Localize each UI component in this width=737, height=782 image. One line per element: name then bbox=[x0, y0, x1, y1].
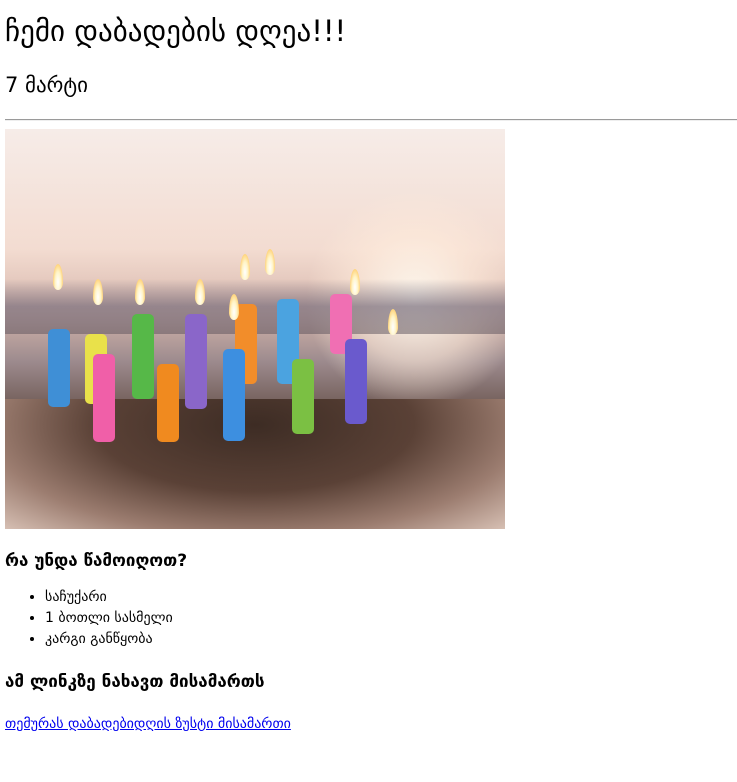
address-link[interactable]: თემურას დაბადებიდღის ზუსტი მისამართი bbox=[5, 716, 291, 732]
candle-t bbox=[185, 314, 207, 409]
candle-flame bbox=[53, 264, 63, 290]
page-title: ჩემი დაბადების დღეა!!! bbox=[5, 14, 347, 48]
candle-r bbox=[132, 314, 154, 399]
list-item: საჩუქარი bbox=[45, 587, 737, 608]
address-heading: ამ ლინკზე ნახავთ მისამართს bbox=[5, 672, 265, 692]
candle-flame bbox=[265, 249, 275, 275]
bring-list: საჩუქარი 1 ბოთლი სასმელი კარგი განწყობა bbox=[5, 587, 737, 650]
birthday-candles-photo bbox=[5, 129, 505, 529]
candle-p bbox=[223, 349, 245, 441]
list-item: კარგი განწყობა bbox=[45, 629, 737, 650]
candle-y2 bbox=[345, 339, 367, 424]
candle-flame bbox=[240, 254, 250, 280]
page: ჩემი დაბადების დღეა!!! 7 მარტი რა უნდა წ… bbox=[0, 0, 737, 732]
candle-h2 bbox=[93, 354, 115, 442]
address-link-container: თემურას დაბადებიდღის ზუსტი მისამართი bbox=[5, 716, 737, 732]
candle-a bbox=[157, 364, 179, 442]
photo-sand bbox=[5, 399, 505, 529]
divider bbox=[5, 119, 737, 121]
bring-heading: რა უნდა წამოიღოთ? bbox=[5, 551, 188, 571]
date-heading: 7 მარტი bbox=[5, 73, 88, 97]
list-item: 1 ბოთლი სასმელი bbox=[45, 608, 737, 629]
candle-b bbox=[48, 329, 70, 407]
candle-p2 bbox=[292, 359, 314, 434]
